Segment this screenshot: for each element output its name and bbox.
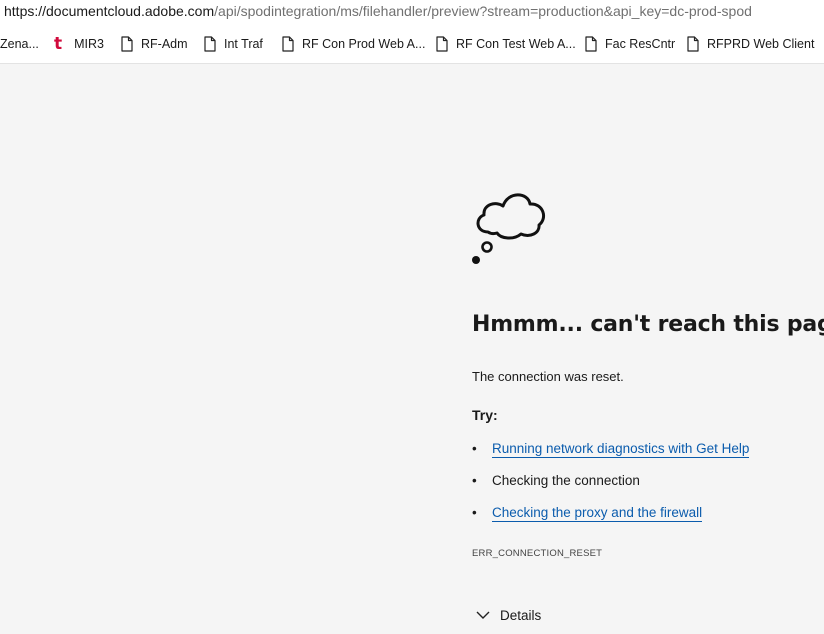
bookmark-rf-adm[interactable]: RF-Adm — [121, 24, 188, 64]
page-icon — [204, 36, 216, 52]
bookmark-label: Int Traf — [224, 37, 263, 51]
bookmark-label: RFPRD Web Client — [707, 37, 815, 51]
bookmarks-bar: Zena... t MIR3 RF-Adm Int Traf RF Con Pr… — [0, 24, 824, 64]
bookmark-rf-con-prod[interactable]: RF Con Prod Web A... — [282, 24, 425, 64]
bookmark-label: RF-Adm — [141, 37, 188, 51]
bookmark-int-traf[interactable]: Int Traf — [204, 24, 263, 64]
check-connection-text: Checking the connection — [492, 473, 640, 488]
page-icon — [687, 36, 699, 52]
details-toggle[interactable]: Details — [476, 608, 541, 623]
bullet: • — [472, 441, 477, 456]
bookmark-rfprd-web-client[interactable]: RFPRD Web Client — [687, 24, 814, 64]
url-host: https://documentcloud.adobe.com — [4, 3, 215, 19]
suggestion-network-diagnostics: • Running network diagnostics with Get He… — [472, 441, 750, 458]
bullet: • — [472, 505, 477, 520]
bookmark-label: RF Con Test Web A... — [456, 37, 576, 51]
error-reason: The connection was reset. — [472, 369, 624, 384]
try-heading: Try: — [472, 407, 498, 423]
bookmark-label: RF Con Prod Web A... — [302, 37, 426, 51]
suggestion-proxy-firewall: • Checking the proxy and the firewall — [472, 505, 703, 522]
bookmark-fac-rescntr[interactable]: Fac ResCntr — [585, 24, 675, 64]
page-icon — [121, 36, 133, 52]
bookmark-label: MIR3 — [74, 37, 105, 51]
bookmark-mir3[interactable]: t MIR3 — [54, 24, 104, 64]
url-path: /api/spodintegration/ms/filehandler/prev… — [214, 3, 752, 19]
page-icon — [585, 36, 597, 52]
bookmark-label: Zena... — [0, 37, 39, 51]
page-title: Hmmm... can't reach this page — [472, 312, 824, 337]
network-diagnostics-link[interactable]: Running network diagnostics with Get Hel… — [492, 441, 750, 458]
chevron-down-icon — [476, 611, 490, 619]
bookmark-label: Fac ResCntr — [605, 37, 676, 51]
suggestion-check-connection: • Checking the connection — [472, 473, 640, 488]
details-label: Details — [500, 608, 542, 623]
error-code: ERR_CONNECTION_RESET — [472, 548, 603, 559]
page-icon — [436, 36, 448, 52]
t-logo-icon: t — [54, 34, 63, 54]
proxy-firewall-link[interactable]: Checking the proxy and the firewall — [492, 505, 703, 522]
thought-cloud-icon — [472, 193, 546, 264]
bullet: • — [472, 473, 477, 488]
bookmark-zena[interactable]: Zena... — [0, 24, 39, 64]
address-bar[interactable]: https://documentcloud.adobe.com/api/spod… — [0, 0, 824, 24]
bookmark-rf-con-test[interactable]: RF Con Test Web A... — [436, 24, 576, 64]
page-icon — [282, 36, 294, 52]
